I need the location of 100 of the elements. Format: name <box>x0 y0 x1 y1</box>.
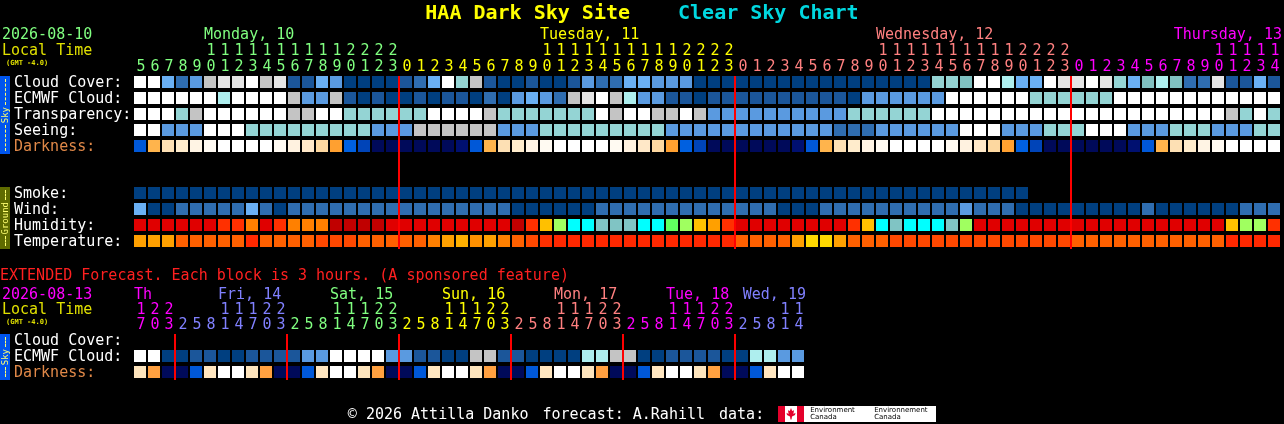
hour-digit: 7 <box>135 317 147 332</box>
hour-digit: 1 <box>1228 42 1238 58</box>
hour-digit: 1 <box>472 302 483 317</box>
hour-digit: 1 <box>275 42 287 58</box>
hour-digit: 2 <box>1045 58 1057 74</box>
copyright-text: © 2026 Attilla Danko <box>347 406 529 422</box>
hour-digit: 3 <box>1115 58 1127 74</box>
hour-digit: 6 <box>821 58 833 74</box>
hour-digit: 2 <box>905 58 917 74</box>
hour-digit: 7 <box>471 317 483 332</box>
hour-digit: 8 <box>653 58 665 74</box>
hour-digit: 8 <box>513 58 525 74</box>
hour-digit: 8 <box>429 317 441 332</box>
hour-digit: 8 <box>541 317 553 332</box>
hour-digit: 6 <box>485 58 497 74</box>
hour-digit: 7 <box>499 58 511 74</box>
hour-digit: 1 <box>458 302 468 317</box>
hour-digit: 4 <box>233 317 245 332</box>
hour-digit: 9 <box>1003 58 1015 74</box>
hour-digit: 1 <box>948 42 958 58</box>
row-label: ECMWF Cloud: <box>13 348 124 364</box>
hour-digit: 2 <box>1031 42 1043 58</box>
hour-digit: 8 <box>765 317 777 332</box>
hour-digit: 1 <box>219 317 231 332</box>
hour-digit: 7 <box>247 317 259 332</box>
hour-digit: 9 <box>863 58 875 74</box>
hour-digit: 1 <box>892 42 902 58</box>
hour-digit: 0 <box>597 317 609 332</box>
hour-digit: 1 <box>1269 42 1281 58</box>
hour-digit: 2 <box>1059 42 1071 58</box>
hour-digit: 3 <box>1059 58 1071 74</box>
forecast-date: 2026-08-10 <box>1 26 93 42</box>
hour-digit: 1 <box>625 42 637 58</box>
hour-digit: 7 <box>639 58 651 74</box>
hour-digit: 1 <box>975 42 987 58</box>
hour-digit: 8 <box>989 58 1001 74</box>
row-label: Temperature: <box>13 233 124 249</box>
hour-digit: 7 <box>359 317 371 332</box>
hour-digit: 2 <box>387 302 399 317</box>
hour-digit: 1 <box>989 42 1001 58</box>
hour-digit: 5 <box>751 317 763 332</box>
hour-digit: 1 <box>920 42 930 58</box>
hour-digit: 1 <box>332 302 342 317</box>
hour-digit: 3 <box>1255 58 1267 74</box>
chart-title: Clear Sky Chart <box>678 0 859 24</box>
hour-digit: 1 <box>962 42 973 58</box>
hour-digit: 1 <box>779 302 791 317</box>
hour-digit: 1 <box>695 58 707 74</box>
hour-digit: 2 <box>177 317 189 332</box>
hour-digit: 8 <box>205 317 217 332</box>
hour-digit: 2 <box>373 302 385 317</box>
hour-digit: 2 <box>513 317 525 332</box>
hour-digit: 1 <box>1003 42 1015 58</box>
extended-notice: EXTENDED Forecast. Each block is 3 hours. (A sponsored feature) <box>0 267 569 283</box>
hour-digit: 1 <box>584 302 595 317</box>
day-label: Sun, 16 <box>442 287 506 302</box>
hour-digit: 1 <box>555 317 567 332</box>
hour-digit: 2 <box>709 58 721 74</box>
hour-digit: 1 <box>234 42 244 58</box>
hour-digit: 1 <box>248 302 259 317</box>
hour-digit: 1 <box>1255 42 1267 58</box>
hour-digit: 1 <box>779 317 791 332</box>
row-label: Cloud Cover: <box>13 74 124 90</box>
hour-digit: 0 <box>737 58 749 74</box>
day-label: Tuesday, 11 <box>540 26 640 42</box>
hour-digit: 3 <box>443 58 455 74</box>
hour-digit: 1 <box>668 302 678 317</box>
hour-digit: 1 <box>653 42 665 58</box>
hour-digit: 1 <box>667 42 679 58</box>
hour-digit: 6 <box>149 58 161 74</box>
hour-digit: 9 <box>527 58 539 74</box>
hour-digit: 7 <box>975 58 987 74</box>
hour-digit: 0 <box>541 58 553 74</box>
hour-digit: 2 <box>1241 58 1253 74</box>
hour-digit: 5 <box>807 58 819 74</box>
hour-digit: 2 <box>681 42 693 58</box>
hour-digit: 1 <box>1242 42 1253 58</box>
hour-digit: 0 <box>401 58 413 74</box>
hour-digit: 2 <box>401 317 413 332</box>
hour-digit: 3 <box>387 58 399 74</box>
hour-digit: 2 <box>233 58 245 74</box>
hour-digit: 5 <box>527 317 539 332</box>
hour-digit: 8 <box>317 317 329 332</box>
hour-digit: 1 <box>556 42 566 58</box>
hour-digit: 1 <box>360 302 371 317</box>
hour-digit: 3 <box>387 317 399 332</box>
hour-digit: 1 <box>303 42 315 58</box>
day-label: Tue, 18 <box>666 287 730 302</box>
hour-digit: 1 <box>598 42 608 58</box>
hour-digit: 1 <box>570 302 580 317</box>
hour-digit: 4 <box>457 317 469 332</box>
hour-digit: 7 <box>1171 58 1183 74</box>
hour-digit: 1 <box>135 302 147 317</box>
hour-digit: 3 <box>779 58 791 74</box>
forecast-credit: forecast: A.Rahill <box>542 406 705 422</box>
hour-digit: 1 <box>443 317 455 332</box>
hour-digit: 4 <box>569 317 581 332</box>
hour-digit: 9 <box>667 58 679 74</box>
hour-digit: 8 <box>849 58 861 74</box>
hour-digit: 1 <box>555 58 567 74</box>
